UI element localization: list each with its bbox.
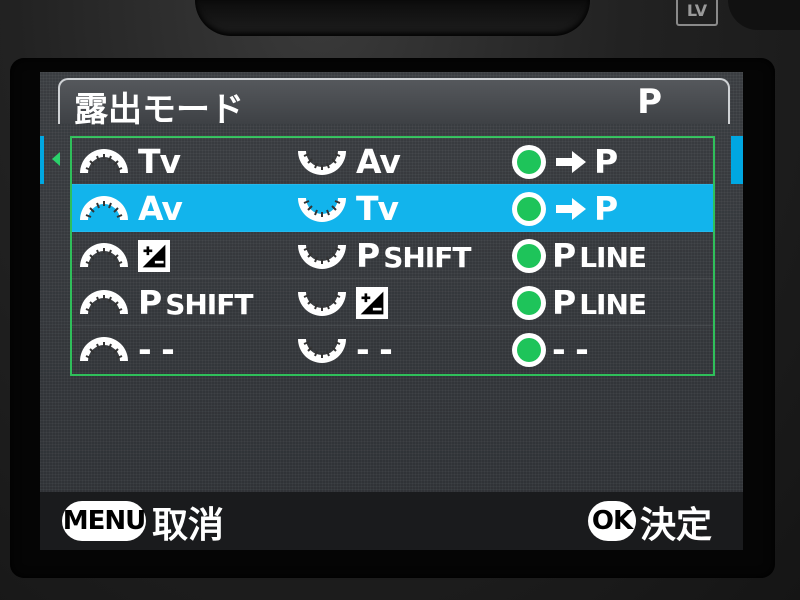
rear-dial-cell: P SHIFT xyxy=(294,232,471,279)
green-button-cell: P xyxy=(512,185,618,232)
front-dial-cell: Av xyxy=(76,185,183,232)
rear-dial-label: Av xyxy=(356,142,401,181)
rear-dial-cell xyxy=(294,279,388,326)
rear-dial-icon xyxy=(298,150,346,175)
row-pointer-icon xyxy=(52,152,60,166)
table-row-selected[interactable]: Av Tv P xyxy=(72,184,713,232)
arrow-right-icon xyxy=(556,150,586,173)
rear-dial-icon xyxy=(298,291,346,316)
selection-edge-left xyxy=(40,136,44,184)
page-title: 露出モード xyxy=(74,90,244,130)
green-button-label: P xyxy=(594,189,618,228)
green-button-icon xyxy=(512,332,546,367)
green-button-label-prefix: P xyxy=(552,236,576,275)
green-button-label: P LINE xyxy=(552,283,647,322)
front-dial-icon xyxy=(80,289,128,314)
green-button-cell: P LINE xyxy=(512,279,647,326)
exposure-compensation-icon xyxy=(138,239,170,272)
green-button-icon xyxy=(512,191,546,226)
front-dial-icon xyxy=(80,242,128,267)
front-dial-icon xyxy=(80,195,128,220)
rear-dial-label-suffix: SHIFT xyxy=(383,241,471,274)
rear-dial-label: P SHIFT xyxy=(356,236,471,275)
green-button-icon xyxy=(512,144,546,179)
rear-dial-label-prefix: P xyxy=(356,236,380,275)
front-dial-cell xyxy=(76,232,170,279)
green-button-cell: - - xyxy=(512,326,589,373)
green-button-label-suffix: LINE xyxy=(579,241,647,274)
front-dial-cell: P SHIFT xyxy=(76,279,253,326)
green-button-label-suffix: LINE xyxy=(579,288,647,321)
rear-dial-cell: - - xyxy=(294,326,393,373)
rear-dial-label: - - xyxy=(356,330,393,369)
front-dial-label-suffix: SHIFT xyxy=(165,288,253,321)
rear-dial-cell: Av xyxy=(294,138,401,185)
green-button-cell: P LINE xyxy=(512,232,647,279)
viewfinder-bezel xyxy=(195,0,590,36)
front-dial-label: Tv xyxy=(138,142,181,181)
rear-dial-label: Tv xyxy=(356,189,399,228)
selection-edge-right xyxy=(731,136,743,184)
front-dial-label: Av xyxy=(138,189,183,228)
green-button-label-prefix: P xyxy=(552,283,576,322)
table-row[interactable]: P SHIFT P LINE xyxy=(72,231,713,279)
table-row[interactable]: Tv Av P xyxy=(72,137,713,185)
cancel-label: 取消 xyxy=(152,505,225,546)
green-button-icon xyxy=(512,238,546,273)
front-dial-cell: - - xyxy=(76,326,175,373)
footer-bar: MENU 取消 OK 決定 xyxy=(40,492,743,550)
rear-dial-cell: Tv xyxy=(294,185,399,232)
front-dial-cell: Tv xyxy=(76,138,181,185)
front-dial-label-prefix: P xyxy=(138,283,162,322)
confirm-label: 決定 xyxy=(640,505,713,546)
front-dial-label: - - xyxy=(138,330,175,369)
rear-dial-icon xyxy=(298,244,346,269)
exposure-compensation-icon xyxy=(356,286,388,319)
green-button-label: - - xyxy=(552,330,589,369)
title-tab: 露出モード P xyxy=(58,78,730,130)
menu-button[interactable]: MENU xyxy=(62,501,146,541)
arrow-right-icon xyxy=(556,197,586,220)
table-row[interactable]: - - - - - - xyxy=(72,325,713,373)
rear-dial-icon xyxy=(298,197,346,222)
ok-button[interactable]: OK xyxy=(588,501,636,541)
front-dial-label: P SHIFT xyxy=(138,283,253,322)
front-dial-icon xyxy=(80,336,128,361)
green-button-icon xyxy=(512,285,546,320)
lv-button-label: LV xyxy=(676,0,718,26)
table-row[interactable]: P SHIFT P LINE xyxy=(72,278,713,326)
current-mode: P xyxy=(637,82,662,122)
green-button-label: P LINE xyxy=(552,236,647,275)
rear-dial-icon xyxy=(298,338,346,363)
lcd-screen: 露出モード P Tv Av P Av Tv P P SHIFT P LINE P… xyxy=(40,72,743,550)
green-button-cell: P xyxy=(512,138,618,185)
green-button-label: P xyxy=(594,142,618,181)
front-dial-icon xyxy=(80,148,128,173)
